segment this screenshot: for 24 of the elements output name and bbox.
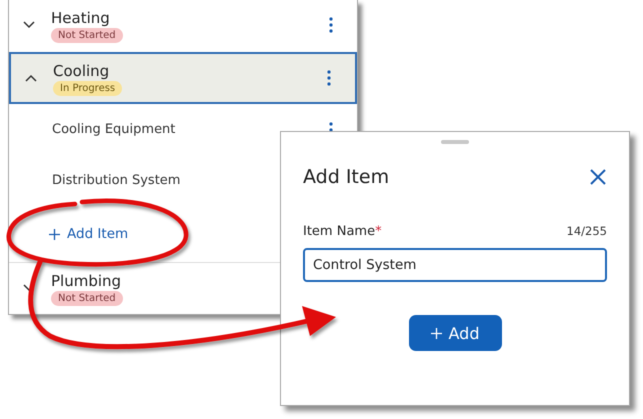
drag-handle[interactable] bbox=[441, 140, 469, 144]
character-counter: 14/255 bbox=[566, 224, 607, 238]
category-title: Heating bbox=[51, 8, 110, 28]
item-title: Distribution System bbox=[52, 173, 180, 188]
plus-icon bbox=[49, 228, 60, 240]
add-item-link[interactable]: Add Item bbox=[49, 226, 128, 242]
close-button[interactable] bbox=[589, 168, 607, 186]
status-label: Not Started bbox=[51, 28, 123, 42]
add-button[interactable]: Add bbox=[408, 315, 502, 351]
category-title: Plumbing bbox=[51, 270, 122, 290]
category-title: Cooling bbox=[53, 60, 110, 80]
status-label: In Progress bbox=[53, 80, 122, 96]
status-label: Not Started bbox=[51, 290, 123, 306]
category-row[interactable]: Cooling In Progress bbox=[9, 52, 357, 104]
category-row[interactable]: Heating Not Started bbox=[9, 0, 357, 50]
field-label: Item Name* bbox=[303, 224, 382, 239]
more-options-icon[interactable] bbox=[329, 17, 333, 33]
close-icon bbox=[589, 168, 607, 186]
more-options-icon[interactable] bbox=[327, 70, 331, 86]
plus-icon bbox=[430, 328, 442, 338]
chevron-up-icon[interactable] bbox=[25, 74, 37, 82]
dialog-title: Add Item bbox=[303, 166, 390, 188]
item-name-field[interactable]: Control System bbox=[303, 248, 607, 282]
item-title: Cooling Equipment bbox=[52, 122, 176, 137]
